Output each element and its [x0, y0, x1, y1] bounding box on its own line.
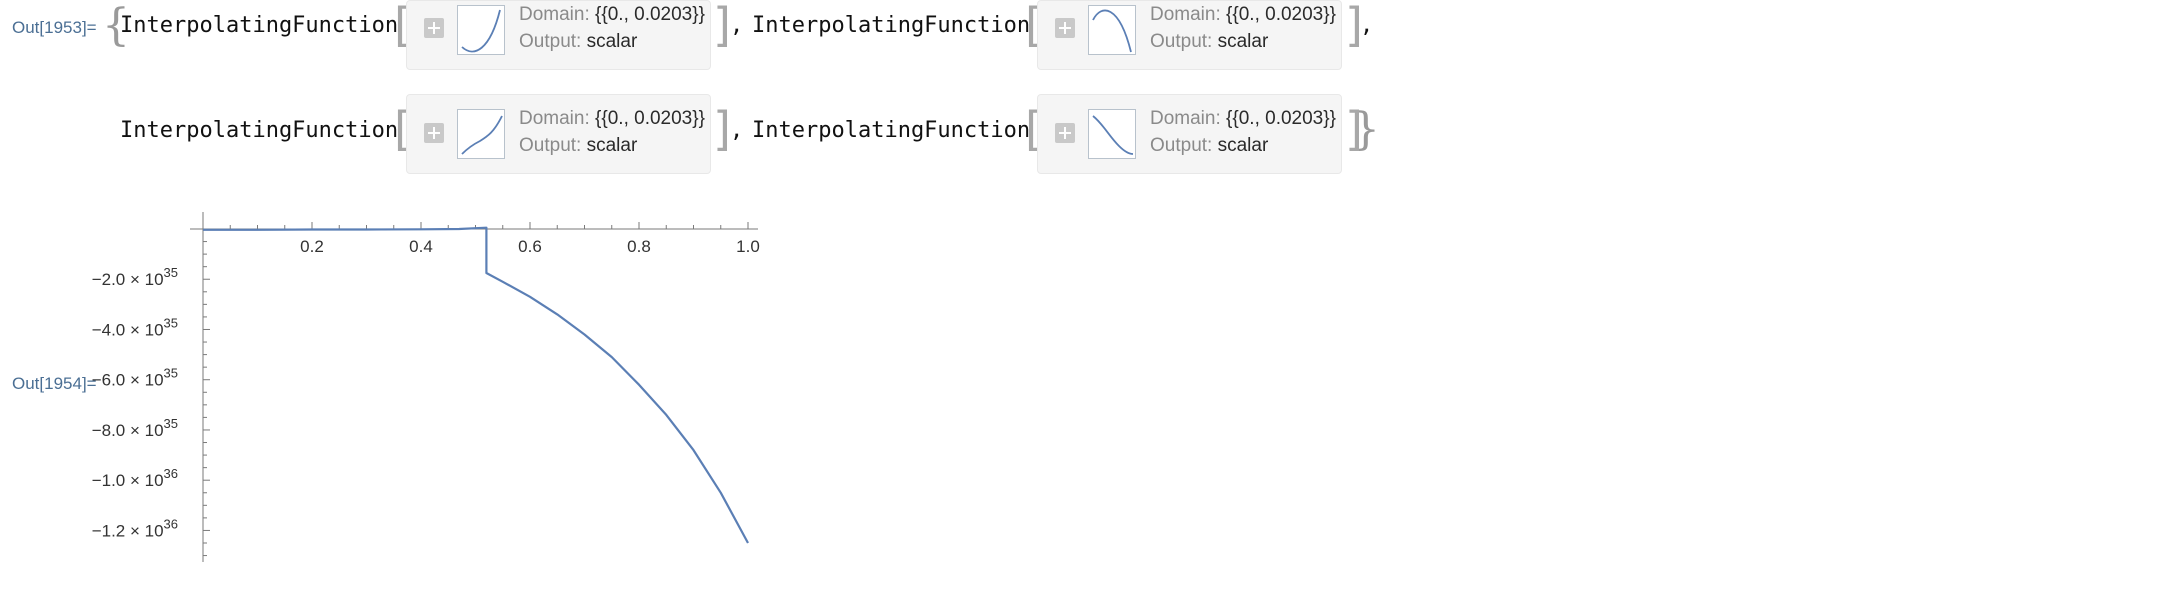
x-tick-label: 0.4	[409, 237, 433, 256]
line-plot: 0.2 0.4 0.6 0.8 1.0 −2.0 × 1035 −4.0 × 1035 −6.…	[92, 212, 760, 562]
y-tick-label: −1.0 × 1036	[92, 466, 178, 490]
x-tick-label: 0.6	[518, 237, 542, 256]
y-tick-label: −2.0 × 1035	[92, 265, 178, 289]
x-tick-label: 0.8	[627, 237, 651, 256]
y-tick-label: −1.2 × 1036	[92, 516, 178, 540]
series-line	[203, 226, 749, 544]
x-tick-label: 1.0	[736, 237, 760, 256]
y-tick-label: −8.0 × 1035	[92, 416, 178, 440]
y-tick-label: −6.0 × 1035	[92, 366, 178, 390]
x-tick-label: 0.2	[300, 237, 324, 256]
y-tick-label: −4.0 × 1035	[92, 315, 178, 339]
